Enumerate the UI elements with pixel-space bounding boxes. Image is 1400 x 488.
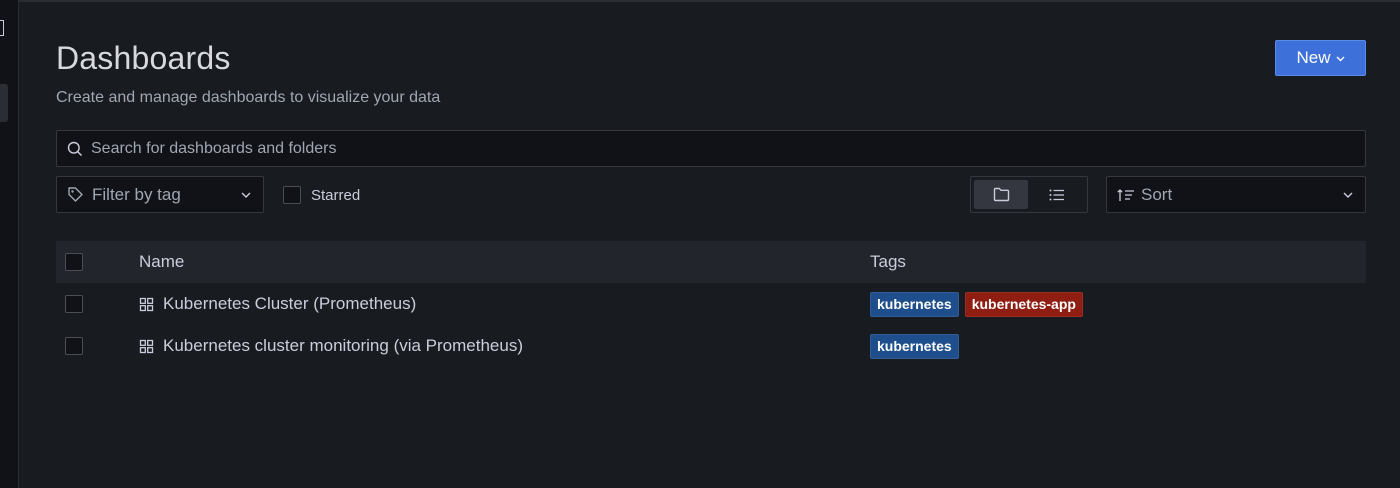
tag-badge[interactable]: kubernetes bbox=[870, 291, 959, 317]
tag-badge[interactable]: kubernetes-app bbox=[964, 291, 1083, 317]
new-button-label: New bbox=[1296, 48, 1331, 67]
page-title: Dashboards bbox=[56, 40, 231, 76]
tag-icon bbox=[67, 186, 84, 203]
sort-select[interactable]: Sort bbox=[1106, 176, 1366, 213]
list-view-button[interactable] bbox=[1030, 180, 1084, 209]
chevron-down-icon bbox=[1343, 192, 1353, 198]
tag-badge[interactable]: kubernetes bbox=[870, 333, 959, 359]
starred-checkbox[interactable] bbox=[283, 186, 301, 204]
dashboard-link[interactable]: Kubernetes cluster monitoring (via Prome… bbox=[163, 336, 523, 356]
dashboard-link[interactable]: Kubernetes Cluster (Prometheus) bbox=[163, 294, 416, 314]
select-all-checkbox[interactable] bbox=[65, 253, 83, 271]
side-menu-active-indicator[interactable] bbox=[0, 84, 8, 122]
page-subtitle: Create and manage dashboards to visualiz… bbox=[56, 89, 441, 106]
starred-filter[interactable]: Starred bbox=[283, 186, 360, 204]
sort-placeholder: Sort bbox=[1141, 184, 1173, 204]
menu-dock-icon[interactable] bbox=[0, 20, 4, 36]
folder-icon bbox=[993, 187, 1010, 202]
table-header: Name Tags bbox=[56, 241, 1366, 283]
table-body: Kubernetes Cluster (Prometheus) kubernete… bbox=[56, 283, 1366, 367]
side-menu-strip bbox=[0, 0, 19, 488]
view-mode-toggle bbox=[970, 176, 1088, 213]
dashboards-page: Dashboards Create and manage dashboards … bbox=[56, 0, 1366, 488]
column-header-name: Name bbox=[139, 252, 185, 271]
table-row[interactable]: Kubernetes cluster monitoring (via Prome… bbox=[56, 325, 1366, 367]
sort-ascending-icon bbox=[1117, 188, 1135, 202]
tag-filter-placeholder: Filter by tag bbox=[92, 184, 181, 204]
search-field[interactable] bbox=[56, 130, 1366, 167]
new-button[interactable]: New bbox=[1275, 40, 1366, 76]
row-checkbox[interactable] bbox=[65, 295, 83, 313]
table-row[interactable]: Kubernetes Cluster (Prometheus) kubernete… bbox=[56, 283, 1366, 325]
list-icon bbox=[1049, 189, 1065, 201]
chevron-down-icon bbox=[241, 192, 251, 198]
row-checkbox[interactable] bbox=[65, 337, 83, 355]
dashboards-table: Name Tags Kubernetes Cluster (Prometheus… bbox=[56, 241, 1366, 367]
search-icon bbox=[67, 141, 83, 157]
search-input[interactable] bbox=[91, 139, 1365, 158]
column-header-tags: Tags bbox=[870, 252, 906, 271]
dashboard-grid-icon bbox=[139, 297, 154, 312]
dashboard-grid-icon bbox=[139, 339, 154, 354]
folder-view-button[interactable] bbox=[974, 180, 1028, 209]
tag-filter-select[interactable]: Filter by tag bbox=[56, 176, 264, 213]
chevron-down-icon bbox=[1336, 56, 1345, 62]
starred-label: Starred bbox=[311, 186, 361, 204]
